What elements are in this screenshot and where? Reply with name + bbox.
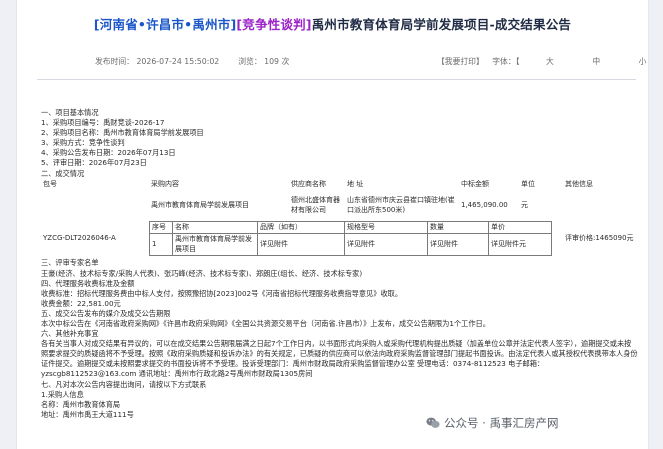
view-count: 浏览： 109 次: [238, 57, 290, 66]
publish-meta: 发布时间： 2026-07-24 15:50:02 浏览： 109 次: [95, 56, 289, 67]
font-medium-link[interactable]: 中: [592, 56, 600, 67]
header-supplier: 供应商名称: [291, 180, 326, 189]
inner-header-qty: 数量: [427, 220, 489, 235]
project-name: 2、采购项目名称：禹州市教育体育局学前发展项目: [41, 128, 204, 138]
inner-name: 禹州市教育体育局学前发展项目: [172, 233, 258, 257]
complaint-notice: 各有关当事人对成交结果有异议的，可以在成交结果公告期限届满之日起7个工作日内，以…: [41, 339, 638, 379]
purchaser-name: 名称：禹州市教育体育局: [41, 399, 121, 409]
item-detail-table: 序号 名称 品牌（如有） 规格型号 数量 单价 1 禹州市教育体育局学前发展项目…: [149, 220, 552, 257]
wechat-icon: [426, 417, 440, 428]
header-address: 地 址: [347, 180, 364, 189]
header-package: 包号: [43, 180, 57, 189]
section-heading: 六、其他补充事宜: [41, 329, 99, 339]
font-large-link[interactable]: 大: [546, 56, 554, 67]
section-heading: 二、成交情况: [41, 168, 85, 178]
announcement-body: 一、项目基本情况 1、采购项目编号：禹财竞谈-2026-17 2、采购项目名称：…: [41, 108, 638, 420]
inner-qty: 详见附件: [427, 233, 489, 257]
award-amount: 1,465,090.00: [461, 200, 508, 209]
section-heading: 五、成交公告发布的媒介及成交公告期限: [41, 308, 171, 318]
header-divider: [37, 79, 636, 80]
fee-amount: 收费金额：22,581.00元: [41, 298, 121, 308]
publish-date: 4、采购公告发布日期：2026年07月13日: [41, 148, 176, 158]
watermark-text: 公众号 · 禹事汇房产网: [444, 416, 559, 430]
header-amount: 中标金额: [461, 180, 489, 189]
review-date: 5、评审日期：2026年07月23日: [41, 158, 147, 168]
wechat-watermark: 公众号 · 禹事汇房产网: [422, 414, 563, 432]
award-package: YZCG-DLT2026046-A: [43, 233, 116, 242]
purchaser-info-heading: 1.采购人信息: [41, 389, 84, 399]
award-unit: 元: [521, 200, 528, 209]
inner-header-seq: 序号: [149, 220, 173, 235]
title-region: [河南省•许昌市•禹州市]: [93, 17, 237, 32]
project-number: 1、采购项目编号：禹财竞谈-2026-17: [41, 118, 165, 128]
procurement-method: 3、采购方式：竞争性谈判: [41, 138, 125, 148]
inner-spec: 详见附件: [344, 233, 428, 257]
inner-header-name: 名称: [172, 220, 258, 235]
award-content: 禹州市教育体育局学前发展项目: [151, 200, 249, 209]
section-heading: 一、项目基本情况: [41, 108, 99, 117]
review-price: 评审价格:1465090元: [565, 233, 634, 242]
section-heading: 七、凡对本次公告内容提出询问，请按以下方式联系: [41, 379, 207, 389]
font-small-link[interactable]: 小: [639, 56, 647, 67]
inner-header-brand: 品牌（如有）: [257, 220, 345, 235]
print-link[interactable]: 【我要打印】: [437, 56, 484, 67]
inner-seq: 1: [149, 233, 173, 257]
inner-brand: 详见附件: [257, 233, 345, 257]
section-heading: 四、代理服务收费标准及金额: [41, 278, 135, 288]
award-table: 包号 采购内容 供应商名称 地 址 中标金额 单位 其他信息 禹州市教育体育局学…: [41, 180, 636, 257]
fee-standard: 收费标准：招标代理服务费由中标人支付，按照豫招协[2023]002号《河南省招标…: [41, 288, 403, 298]
inner-header-spec: 规格型号: [344, 220, 428, 235]
expert-list: 王豪(经济、技术标专家/采购人代表)、张巧峰(经济、技术标专家)、郑朗庄(组长、…: [41, 268, 363, 278]
page-tools: 【我要打印】 字体：【 大 中 小 】: [437, 56, 648, 67]
award-supplier: 德州北盛体育器材有限公司: [291, 196, 340, 214]
font-size-label: 字体：【: [492, 57, 520, 66]
header-other: 其他信息: [565, 180, 593, 189]
title-method: [竞争性谈判]: [236, 17, 312, 32]
inner-header-price: 单价: [488, 220, 552, 235]
announcement-page: [河南省•许昌市•禹州市][竞争性谈判]禹州市教育体育局学前发展项目-成交结果公…: [16, 0, 649, 449]
header-unit: 单位: [521, 180, 535, 189]
section-heading: 三、评审专家名单: [41, 258, 99, 268]
publish-time: 发布时间： 2026-07-24 15:50:02: [95, 57, 220, 66]
page-title: [河南省•许昌市•禹州市][竞争性谈判]禹州市教育体育局学前发展项目-成交结果公…: [17, 14, 648, 33]
media-notice: 本次中标公告在《河南省政府采购网》《许昌市政府采购网》《全国公共资源交易平台（河…: [41, 319, 490, 328]
award-address: 山东省德州市庆云县崔口镇驻地(崔口派出所东500米): [347, 196, 455, 214]
title-main: 禹州市教育体育局学前发展项目-成交结果公告: [311, 17, 572, 32]
header-content: 采购内容: [151, 180, 179, 189]
inner-price: 详见附件元: [488, 233, 552, 257]
